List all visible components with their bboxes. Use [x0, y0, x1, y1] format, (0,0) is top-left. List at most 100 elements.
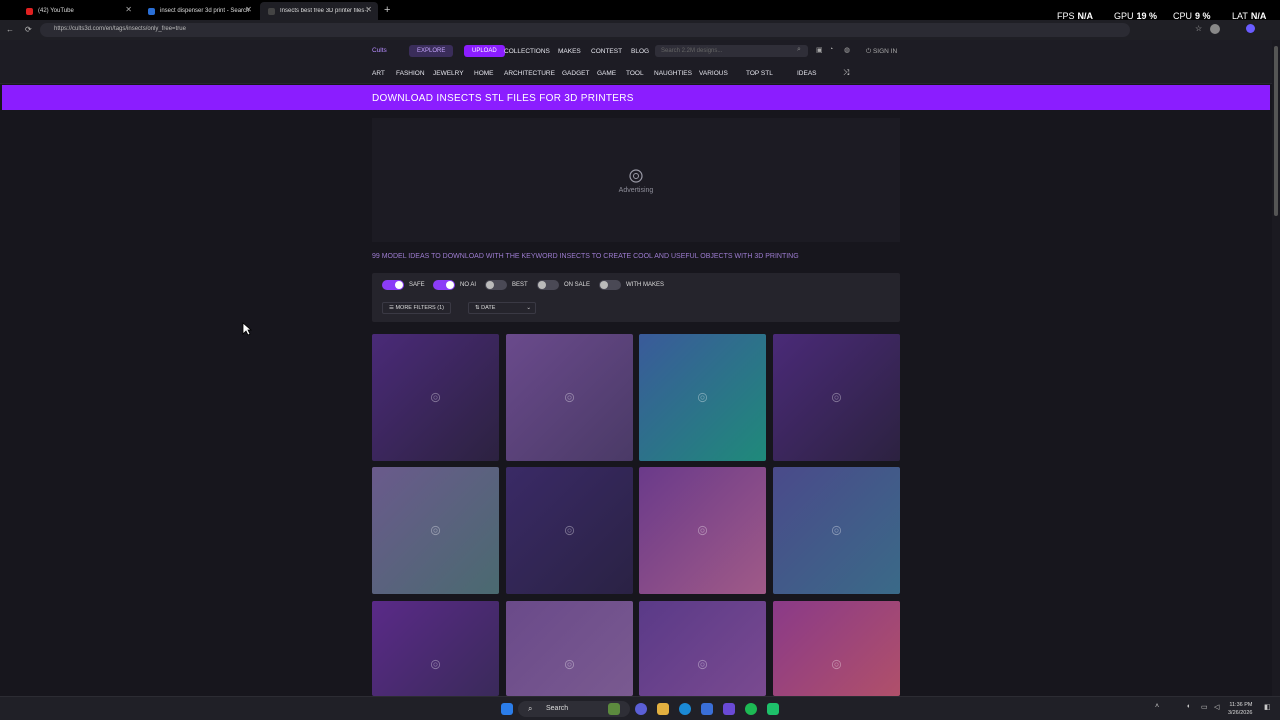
- nav-blog[interactable]: BLOG: [631, 48, 649, 55]
- model-card[interactable]: [773, 334, 900, 461]
- tab-cults[interactable]: Insects best free 3D printer files·3D ✕: [260, 2, 378, 20]
- url-field[interactable]: https://cults3d.com/en/tags/insects/only…: [40, 23, 1130, 37]
- close-icon[interactable]: ✕: [245, 5, 252, 14]
- store-icon[interactable]: [701, 703, 713, 715]
- avatar[interactable]: [1210, 24, 1220, 34]
- signin-label: SIGN IN: [872, 48, 898, 55]
- new-tab-icon[interactable]: +: [384, 4, 390, 16]
- toggle-switch[interactable]: [433, 280, 455, 290]
- category-tool[interactable]: TOOL: [626, 70, 644, 77]
- nav-makes[interactable]: MAKES: [558, 48, 581, 55]
- clock-time: 11:36 PM: [1229, 702, 1253, 708]
- model-card[interactable]: [773, 601, 900, 696]
- sort-label: DATE: [481, 305, 496, 311]
- more-filters-button[interactable]: ☰ MORE FILTERS (1): [382, 302, 451, 314]
- model-card[interactable]: [506, 467, 633, 594]
- microphone-icon[interactable]: ◖: [1186, 703, 1190, 710]
- category-fashion[interactable]: FASHION: [396, 70, 425, 77]
- advertising-label: Advertising: [618, 187, 654, 194]
- image-placeholder-icon: [430, 659, 441, 670]
- category-game[interactable]: GAME: [597, 70, 616, 77]
- spotify-icon[interactable]: [745, 703, 757, 715]
- edge-icon[interactable]: [679, 703, 691, 715]
- bell-icon[interactable]: ◔: [829, 46, 833, 53]
- image-placeholder-icon: [564, 659, 575, 670]
- copilot-icon[interactable]: [1246, 24, 1255, 33]
- tab-search[interactable]: insect dispenser 3d print - Search ✕: [140, 2, 258, 20]
- model-card[interactable]: [506, 334, 633, 461]
- upload-button[interactable]: UPLOAD: [464, 45, 505, 57]
- sort-select[interactable]: ⇅ DATE ⌄: [468, 302, 536, 314]
- image-placeholder-icon: [564, 525, 575, 536]
- category-gadget[interactable]: GADGET: [562, 70, 589, 77]
- globe-icon[interactable]: ◍: [844, 46, 850, 54]
- app-icon[interactable]: [767, 703, 779, 715]
- filter-no-ai[interactable]: NO AI: [433, 280, 476, 290]
- loading-icon[interactable]: ⟳: [25, 25, 32, 34]
- filter-label: SAFE: [409, 282, 425, 288]
- close-icon[interactable]: ✕: [125, 5, 132, 14]
- volume-icon[interactable]: ◁: [1214, 703, 1219, 711]
- notification-icon[interactable]: ◧: [1264, 703, 1271, 711]
- category-home[interactable]: HOME: [474, 70, 494, 77]
- model-card[interactable]: [372, 334, 499, 461]
- copilot-icon[interactable]: [635, 703, 647, 715]
- category-art[interactable]: ART: [372, 70, 385, 77]
- nav-contest[interactable]: CONTEST: [591, 48, 622, 55]
- cults-logo[interactable]: Cults: [372, 47, 387, 54]
- filter-with-makes[interactable]: WITH MAKES: [599, 280, 664, 290]
- start-icon[interactable]: [501, 703, 513, 715]
- address-bar-row: ← ⟳ https://cults3d.com/en/tags/insects/…: [0, 20, 1280, 40]
- category-various[interactable]: VARIOUS: [699, 70, 728, 77]
- model-card[interactable]: [372, 601, 499, 696]
- toggle-switch[interactable]: [485, 280, 507, 290]
- category-top-stl[interactable]: TOP STL: [746, 70, 773, 77]
- star-icon[interactable]: ☆: [1195, 24, 1202, 33]
- tab-title: Insects best free 3D printer files·3D: [280, 8, 368, 14]
- back-icon[interactable]: ←: [6, 25, 14, 34]
- site-search-input[interactable]: Search 2.2M designs...: [655, 45, 808, 57]
- category-architecture[interactable]: ARCHITECTURE: [504, 70, 555, 77]
- tray-chevron-icon[interactable]: ˄: [1155, 703, 1159, 710]
- taskbar-search-label: Search: [546, 705, 569, 712]
- model-card[interactable]: [639, 601, 766, 696]
- image-placeholder-icon: [697, 525, 708, 536]
- page-scrollbar[interactable]: [1272, 40, 1280, 696]
- taskbar-clock[interactable]: 11:36 PM 3/26/2026: [1228, 701, 1252, 717]
- category-naughties[interactable]: NAUGHTIES: [654, 70, 692, 77]
- toggle-switch[interactable]: [382, 280, 404, 290]
- filter-label: NO AI: [460, 282, 477, 288]
- search-icon[interactable]: ⌕: [797, 46, 801, 54]
- model-card[interactable]: [372, 467, 499, 594]
- network-icon[interactable]: ▭: [1201, 703, 1208, 711]
- tab-youtube[interactable]: (42) YouTube ✕: [18, 2, 138, 20]
- app-icon[interactable]: [723, 703, 735, 715]
- image-placeholder-icon: [430, 525, 441, 536]
- user-icon: ⏻: [866, 48, 873, 55]
- category-nav: ART FASHION JEWELRY HOME ARCHITECTURE GA…: [0, 62, 1272, 84]
- model-card[interactable]: [773, 467, 900, 594]
- widget-icon[interactable]: [608, 703, 620, 715]
- model-card[interactable]: [506, 601, 633, 696]
- cults-placeholder-icon: [629, 169, 643, 183]
- toggle-switch[interactable]: [599, 280, 621, 290]
- toggle-switch[interactable]: [537, 280, 559, 290]
- category-jewelry[interactable]: JEWELRY: [433, 70, 464, 77]
- explore-button[interactable]: EXPLORE: [409, 45, 454, 57]
- model-card[interactable]: [639, 467, 766, 594]
- filter-safe[interactable]: SAFE: [382, 280, 425, 290]
- filter-on-sale[interactable]: ON SALE: [537, 280, 590, 290]
- model-card[interactable]: [639, 334, 766, 461]
- close-icon[interactable]: ✕: [365, 5, 372, 14]
- clock-date: 3/26/2026: [1228, 710, 1253, 716]
- signin-link[interactable]: ⏻ SIGN IN: [866, 48, 897, 56]
- shuffle-icon[interactable]: ⤨: [843, 68, 849, 78]
- filter-best[interactable]: BEST: [485, 280, 528, 290]
- scrollbar-thumb[interactable]: [1274, 46, 1278, 216]
- file-explorer-icon[interactable]: [657, 703, 669, 715]
- category-ideas[interactable]: IDEAS: [797, 70, 817, 77]
- nav-collections[interactable]: COLLECTIONS: [504, 48, 550, 55]
- cart-icon[interactable]: ▣: [816, 46, 823, 54]
- windows-taskbar: ⌕ Search ˄ ◖ ▭ ◁ 11:36 PM 3/26/2026 ◧: [0, 696, 1280, 720]
- more-filters-label: MORE FILTERS (1): [395, 305, 444, 311]
